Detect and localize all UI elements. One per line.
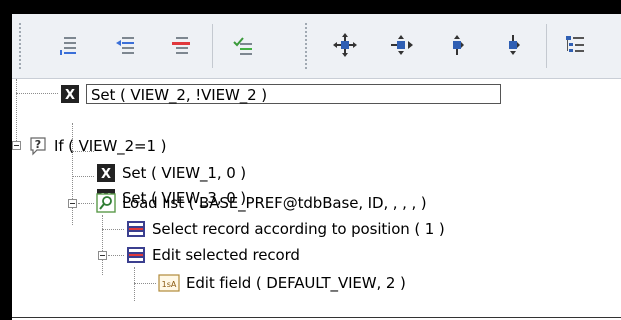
search-list-icon bbox=[96, 193, 116, 213]
toolbar bbox=[12, 14, 621, 79]
tree-node-label: Select record according to position ( 1 … bbox=[152, 220, 445, 238]
svg-text:X: X bbox=[101, 167, 111, 182]
tree-node-label: If ( VIEW_2=1 ) bbox=[54, 137, 167, 155]
check-lines-icon[interactable] bbox=[226, 28, 260, 62]
tree-node-label: Load list ( BASE_PREF@tdbBase, ID, , , ,… bbox=[122, 194, 427, 212]
toolbar-grip[interactable] bbox=[18, 22, 22, 70]
remove-line-icon[interactable] bbox=[164, 28, 198, 62]
record-icon bbox=[126, 219, 146, 239]
tree-node-label: Set ( VIEW_2, !VIEW_2 ) bbox=[86, 84, 501, 104]
editor-window: X Set ( VIEW_2, !VIEW_2 ) ? If ( VIEW_2=… bbox=[12, 14, 621, 320]
toolbar-grip-2[interactable] bbox=[304, 22, 308, 70]
indent-lines-icon[interactable] bbox=[52, 28, 86, 62]
tree-view-icon[interactable] bbox=[558, 28, 592, 62]
tree-node-label: Edit field ( DEFAULT_VIEW, 2 ) bbox=[186, 274, 406, 292]
svg-text:?: ? bbox=[35, 138, 41, 151]
move-node-down-icon[interactable] bbox=[440, 28, 474, 62]
svg-text:1sA: 1sA bbox=[162, 280, 177, 289]
script-tree[interactable]: X Set ( VIEW_2, !VIEW_2 ) ? If ( VIEW_2=… bbox=[12, 79, 621, 320]
collapse-load-list-toggle[interactable] bbox=[68, 199, 77, 208]
tree-node-set-view2[interactable]: X Set ( VIEW_2, !VIEW_2 ) bbox=[60, 83, 501, 105]
move-node-up-icon[interactable] bbox=[496, 28, 530, 62]
edit-field-icon: 1sA bbox=[158, 273, 180, 293]
move-node-right-icon[interactable] bbox=[384, 28, 418, 62]
collapse-if-toggle[interactable] bbox=[12, 141, 21, 150]
tree-node-select-record[interactable]: Select record according to position ( 1 … bbox=[126, 218, 445, 240]
tree-node-edit-field[interactable]: 1sA Edit field ( DEFAULT_VIEW, 2 ) bbox=[158, 272, 406, 294]
collapse-edit-record-toggle[interactable] bbox=[98, 251, 107, 260]
set-icon: X bbox=[60, 84, 80, 104]
insert-line-left-icon[interactable] bbox=[108, 28, 142, 62]
tree-node-load-list-row[interactable]: Load list ( BASE_PREF@tdbBase, ID, , , ,… bbox=[96, 192, 427, 214]
tree-node-edit-selected-record[interactable]: Edit selected record bbox=[126, 244, 300, 266]
set-icon: X bbox=[96, 163, 116, 183]
tree-node-label: Set ( VIEW_1, 0 ) bbox=[122, 164, 247, 182]
tree-node-if[interactable]: ? If ( VIEW_2=1 ) bbox=[28, 135, 166, 157]
record-icon bbox=[126, 245, 146, 265]
move-node-icon[interactable] bbox=[328, 28, 362, 62]
svg-text:X: X bbox=[65, 88, 75, 103]
tree-node-set-view1[interactable]: X Set ( VIEW_1, 0 ) bbox=[96, 162, 246, 184]
tree-node-label: Edit selected record bbox=[152, 246, 300, 264]
question-icon: ? bbox=[28, 136, 48, 156]
